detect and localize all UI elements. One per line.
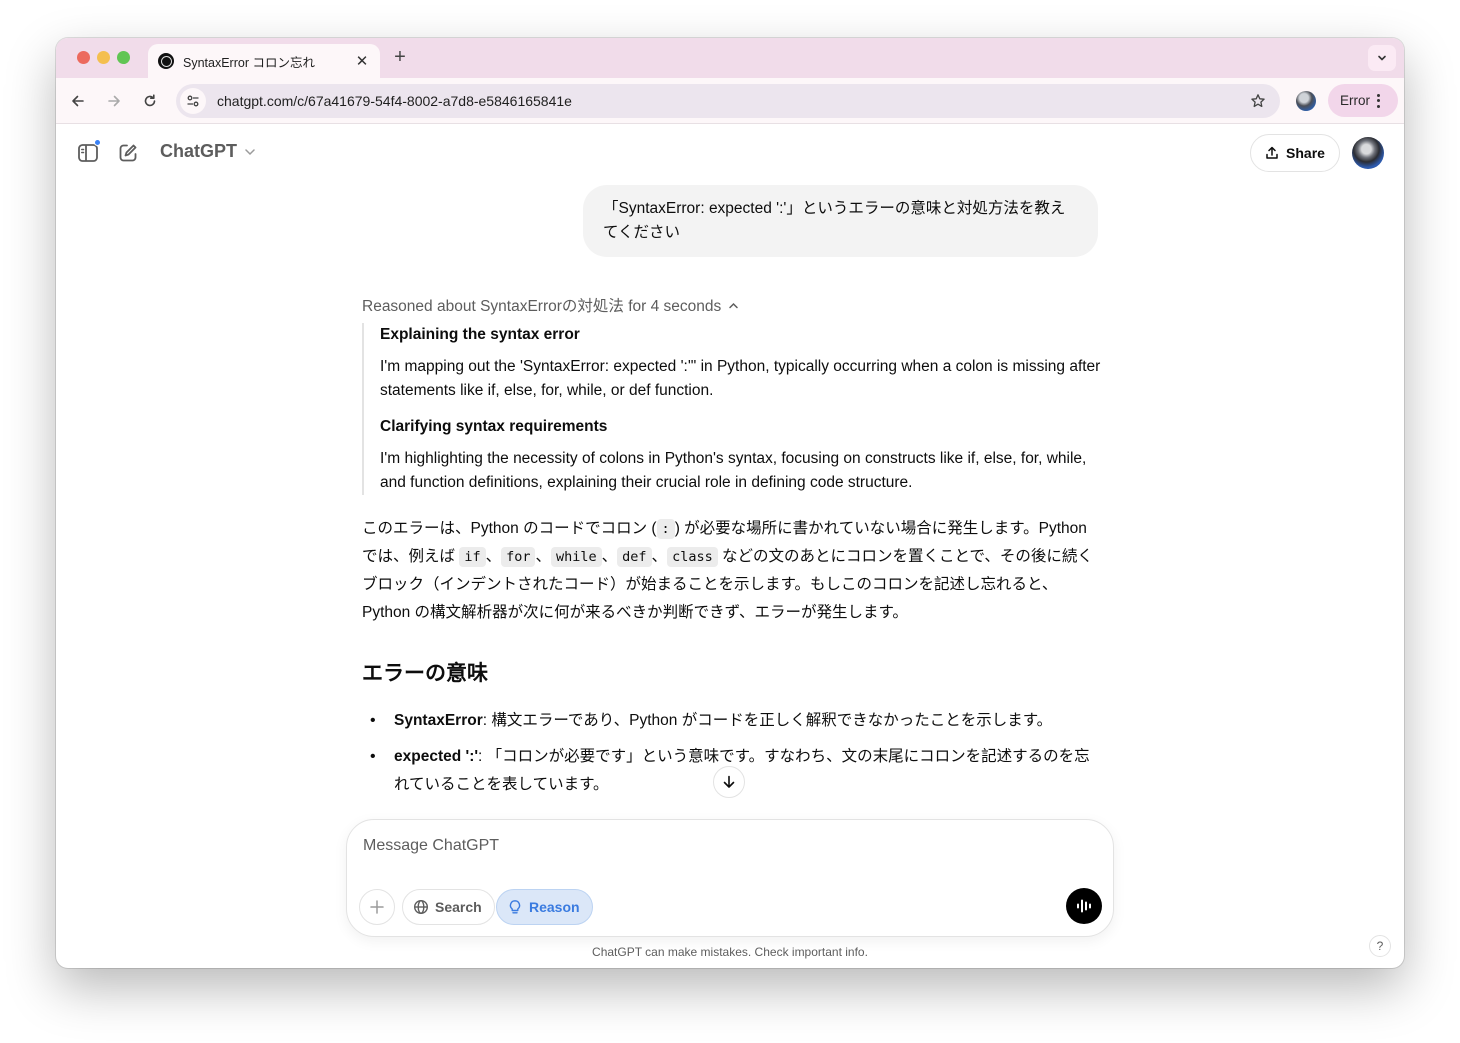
profile-error-label: Error [1340,93,1370,108]
browser-profile-avatar[interactable] [1296,91,1316,111]
reasoning-step-title: Clarifying syntax requirements [380,418,608,435]
tab-title: SyntaxError コロン忘れ [183,55,315,70]
bullet-term: expected ':' [394,748,479,765]
user-avatar[interactable] [1352,137,1384,169]
notification-dot [94,139,101,146]
share-icon [1266,146,1278,159]
model-selector[interactable]: ChatGPT [160,141,257,162]
browser-window: SyntaxError コロン忘れ ✕ + chatgpt.com/c/67a4… [56,38,1404,968]
address-bar[interactable]: chatgpt.com/c/67a41679-54f4-8002-a7d8-e5… [176,84,1280,118]
close-window-button[interactable] [77,51,90,64]
inline-code: class [667,547,718,567]
edit-icon [119,144,137,162]
close-tab-icon[interactable]: ✕ [354,52,370,70]
reason-toggle-button[interactable]: Reason [496,889,593,925]
inline-code: while [551,547,602,567]
reload-button[interactable] [139,90,161,112]
text-run: このエラーは、Python のコードでコロン ( [362,520,657,537]
search-label: Search [435,899,482,915]
voice-waveform-icon [1077,899,1091,913]
attach-button[interactable] [359,889,395,925]
answer-intro-paragraph: このエラーは、Python のコードでコロン (:) が必要な場所に書かれていな… [362,515,1102,627]
conversation-thread: 「SyntaxError: expected ':'」というエラーの意味と対処方… [56,181,1404,811]
chevron-up-icon [729,302,739,308]
minimize-window-button[interactable] [97,51,110,64]
bookmark-star-icon[interactable] [1250,93,1266,109]
lightbulb-icon [509,900,521,914]
reasoning-step-text: I'm highlighting the necessity of colons… [380,450,1087,491]
url-text[interactable]: chatgpt.com/c/67a41679-54f4-8002-a7d8-e5… [217,93,1250,109]
reasoning-step-text: I'm mapping out the 'SyntaxError: expect… [380,358,1101,399]
scroll-to-bottom-button[interactable] [713,766,745,798]
message-composer: Search Reason [346,819,1114,937]
chatgpt-logo-icon [158,53,174,69]
reload-icon [144,94,156,107]
app-header: ChatGPT Share [56,125,1404,181]
share-label: Share [1286,145,1325,161]
help-button[interactable]: ? [1369,935,1391,957]
arrow-right-icon [108,95,120,107]
browser-tab[interactable]: SyntaxError コロン忘れ ✕ [148,44,380,78]
globe-icon [413,899,429,915]
assistant-message: Reasoned about SyntaxErrorの対処法 for 4 sec… [362,293,1102,807]
inline-code: def [617,547,652,567]
message-input[interactable] [363,834,1063,858]
text-run: 、 [651,548,668,565]
tab-strip: SyntaxError コロン忘れ ✕ + [56,38,1404,78]
new-chat-button[interactable] [116,141,140,165]
reasoning-summary: Reasoned about SyntaxErrorの対処法 for 4 sec… [362,298,722,315]
reasoning-step-title: Explaining the syntax error [380,326,580,343]
reasoning-details: Explaining the syntax error I'm mapping … [362,323,1102,495]
text-run: 、 [535,548,551,565]
user-message: 「SyntaxError: expected ':'」というエラーの意味と対処方… [583,185,1098,257]
new-tab-button[interactable]: + [390,46,410,69]
toggle-sidebar-button[interactable] [76,139,101,165]
chevron-down-icon [1378,55,1386,61]
forward-button[interactable] [103,90,125,112]
inline-code: if [459,547,486,567]
text-run: 、 [485,548,502,565]
more-vertical-icon [1377,93,1380,108]
inline-code: for [501,547,536,567]
search-toggle-button[interactable]: Search [402,889,495,925]
answer-heading: エラーの意味 [362,662,488,685]
share-button[interactable]: Share [1250,134,1340,172]
list-item: SyntaxError: 構文エラーであり、Python がコードを正しく解釈で… [362,707,1102,735]
model-name: ChatGPT [160,141,238,161]
tab-search-button[interactable] [1368,45,1396,71]
arrow-down-icon [723,775,735,788]
plus-icon [370,900,384,914]
arrow-left-icon [72,95,84,107]
maximize-window-button[interactable] [117,51,130,64]
site-settings-icon[interactable] [180,88,206,114]
text-run: 、 [601,548,618,565]
inline-code: : [656,519,675,539]
profile-error-button[interactable]: Error [1328,84,1398,117]
bullet-term: SyntaxError [394,712,483,729]
browser-toolbar: chatgpt.com/c/67a41679-54f4-8002-a7d8-e5… [56,78,1404,124]
reasoning-toggle[interactable]: Reasoned about SyntaxErrorの対処法 for 4 sec… [362,293,1102,317]
reason-label: Reason [529,899,580,915]
bullet-text: : 構文エラーであり、Python がコードを正しく解釈できなかったことを示しま… [482,712,1053,729]
chevron-down-icon [245,148,255,155]
voice-mode-button[interactable] [1066,888,1102,924]
disclaimer-text: ChatGPT can make mistakes. Check importa… [592,945,868,959]
back-button[interactable] [67,90,89,112]
